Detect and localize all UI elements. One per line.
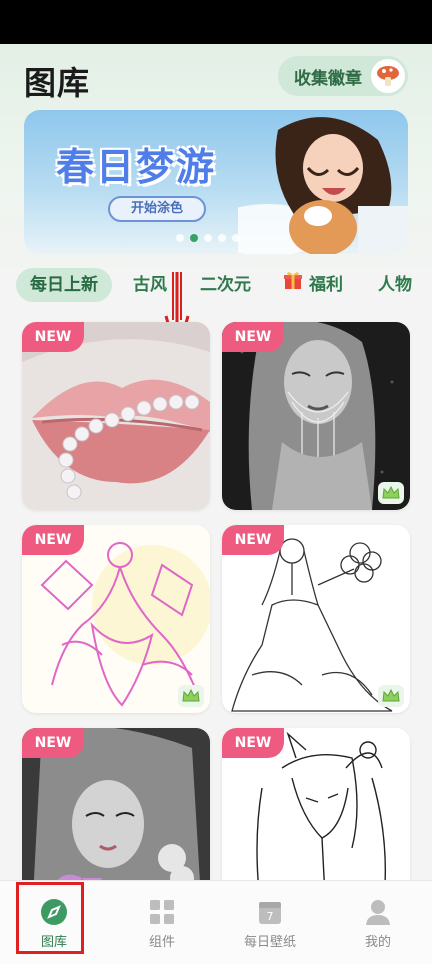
tab-label: 人物 — [378, 275, 412, 295]
crown-icon — [378, 685, 404, 707]
carousel-dot[interactable] — [218, 234, 226, 242]
tab-label: 二次元 — [200, 275, 251, 295]
tab-welfare[interactable]: 福利 — [283, 268, 343, 302]
artwork-card[interactable]: NEW — [22, 322, 210, 510]
banner-title: 春日梦游 — [56, 145, 217, 189]
artwork-card[interactable]: NEW — [22, 525, 210, 713]
tab-daily-new[interactable]: 每日上新 — [16, 268, 112, 302]
category-tabs: 每日上新 古风 二次元 福利 人物 — [0, 266, 432, 304]
carousel-dot[interactable] — [204, 234, 212, 242]
carousel-dot[interactable] — [232, 234, 240, 242]
tab-daily-wallpaper[interactable]: 7 每日壁纸 — [216, 881, 324, 964]
widgets-icon — [150, 900, 174, 924]
banner-illustration — [238, 117, 408, 254]
artwork-card[interactable]: NEW — [222, 322, 410, 510]
annotation-highlight-box — [16, 882, 84, 954]
tab-people[interactable]: 人物 — [378, 268, 412, 302]
calendar-icon: 7 — [259, 902, 281, 924]
crown-icon — [378, 482, 404, 504]
tab-label: 福利 — [309, 275, 343, 295]
new-badge: NEW — [22, 525, 84, 555]
tab-label: 组件 — [148, 935, 175, 950]
start-coloring-button[interactable]: 开始涂色 — [108, 196, 206, 222]
new-badge: NEW — [22, 728, 84, 758]
tab-anime[interactable]: 二次元 — [200, 268, 251, 302]
carousel-dot-active[interactable] — [190, 234, 198, 242]
tab-ancient-style[interactable]: 古风 — [133, 268, 167, 302]
page-title: 图库 — [24, 64, 91, 102]
new-badge: NEW — [222, 322, 284, 352]
user-icon — [366, 900, 390, 925]
artwork-card[interactable]: NEW — [222, 525, 410, 713]
tab-me[interactable]: 我的 — [324, 881, 432, 964]
status-bar — [0, 0, 432, 44]
gift-icon — [283, 268, 303, 302]
calendar-day-number: 7 — [267, 910, 274, 923]
tab-label: 每日壁纸 — [243, 935, 296, 950]
new-badge: NEW — [222, 728, 284, 758]
mushroom-badge-icon — [371, 59, 405, 93]
carousel-dot[interactable] — [176, 234, 184, 242]
collect-badges-label: 收集徽章 — [294, 68, 362, 89]
collect-badges-button[interactable]: 收集徽章 — [278, 56, 408, 96]
crown-icon — [178, 685, 204, 707]
new-badge: NEW — [22, 322, 84, 352]
new-badge: NEW — [222, 525, 284, 555]
tab-label: 我的 — [364, 935, 391, 950]
tab-label: 古风 — [133, 275, 167, 295]
tab-widgets[interactable]: 组件 — [108, 881, 216, 964]
tab-label: 每日上新 — [30, 275, 98, 295]
banner-carousel[interactable]: 春日梦游 开始涂色 — [24, 110, 408, 254]
carousel-indicator — [176, 234, 240, 242]
